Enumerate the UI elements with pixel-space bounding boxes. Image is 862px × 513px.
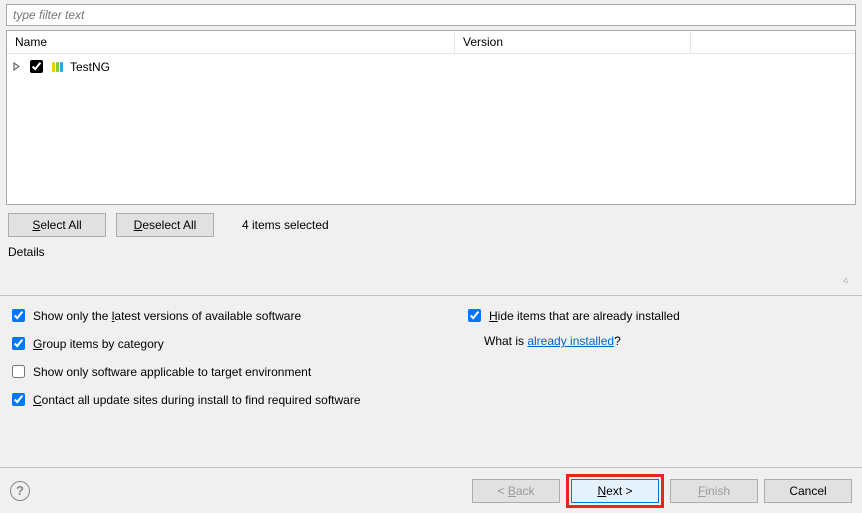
checkbox-label: Group items by category (33, 337, 164, 351)
checkbox-label: Hide items that are already installed (489, 309, 680, 323)
wizard-button-bar: ? < Back Next > Finish Cancel (0, 467, 862, 513)
details-label: Details (6, 245, 856, 259)
checkbox-show-latest[interactable]: Show only the latest versions of availab… (8, 306, 464, 325)
checkbox-input[interactable] (12, 309, 25, 322)
row-checkbox[interactable] (30, 60, 43, 73)
checkbox-contact-sites[interactable]: Contact all update sites during install … (8, 390, 464, 409)
checkbox-label: Show only the latest versions of availab… (33, 309, 301, 323)
checkbox-input[interactable] (12, 365, 25, 378)
next-button-highlight: Next > (566, 474, 664, 508)
column-header-name[interactable]: Name (7, 31, 455, 53)
deselect-all-button[interactable]: Deselect All (116, 213, 214, 237)
resize-grip-icon[interactable] (840, 275, 850, 287)
help-icon[interactable]: ? (10, 481, 30, 501)
chevron-right-icon[interactable] (11, 61, 22, 72)
checkbox-label: Show only software applicable to target … (33, 365, 311, 379)
table-header: Name Version (7, 31, 855, 54)
details-textarea[interactable] (6, 259, 856, 289)
select-all-button[interactable]: Select All (8, 213, 106, 237)
table-row[interactable]: TestNG (7, 56, 855, 77)
checkbox-group-category[interactable]: Group items by category (8, 334, 464, 353)
back-button: < Back (472, 479, 560, 503)
checkbox-label: Contact all update sites during install … (33, 393, 361, 407)
finish-button: Finish (670, 479, 758, 503)
checkbox-target-env[interactable]: Show only software applicable to target … (8, 362, 464, 381)
next-button[interactable]: Next > (571, 479, 659, 503)
cancel-button[interactable]: Cancel (764, 479, 852, 503)
checkbox-input[interactable] (468, 309, 481, 322)
filter-input[interactable] (6, 4, 856, 26)
table-body[interactable]: TestNG (7, 54, 855, 204)
already-installed-link[interactable]: already installed (527, 334, 614, 348)
row-label: TestNG (70, 60, 110, 74)
checkbox-hide-installed[interactable]: Hide items that are already installed (464, 306, 854, 325)
whatis-text: What is already installed? (484, 334, 854, 348)
column-header-version[interactable]: Version (455, 31, 691, 53)
selection-status: 4 items selected (242, 218, 329, 232)
checkbox-input[interactable] (12, 393, 25, 406)
column-header-blank (691, 31, 855, 53)
checkbox-input[interactable] (12, 337, 25, 350)
feature-icon (50, 59, 66, 75)
software-table: Name Version TestNG (6, 30, 856, 205)
